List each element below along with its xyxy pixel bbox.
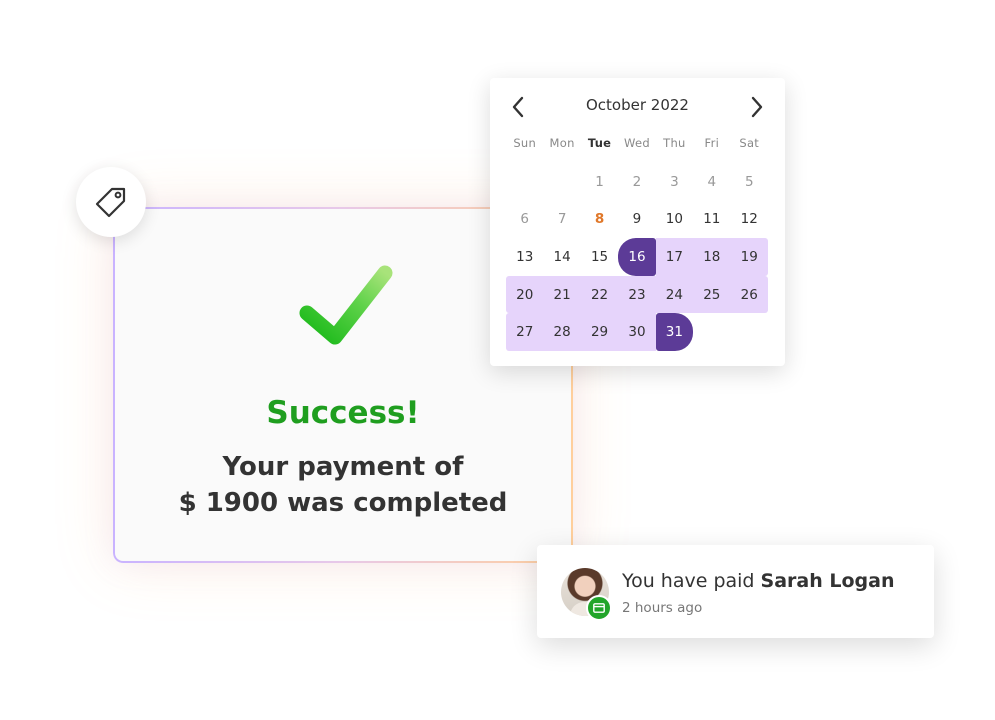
weekday-sun: Sun: [513, 136, 537, 150]
calendar-day-15[interactable]: 15: [581, 238, 618, 276]
weekday-mon: Mon: [549, 136, 575, 150]
calendar-day-24[interactable]: 24: [655, 275, 694, 314]
calendar-day-28[interactable]: 28: [543, 313, 581, 351]
calendar-day-13[interactable]: 13: [506, 238, 543, 276]
payment-message-line2: $ 1900 was completed: [178, 488, 508, 518]
calendar-header: October 2022: [490, 92, 785, 122]
calendar-day-25[interactable]: 25: [693, 275, 731, 314]
calendar-day-20[interactable]: 20: [506, 275, 544, 314]
calendar-day-21[interactable]: 21: [543, 275, 581, 314]
weekday-sat: Sat: [739, 136, 760, 150]
calendar-day-23[interactable]: 23: [618, 275, 656, 314]
calendar-day-8[interactable]: 8: [581, 201, 618, 239]
calendar-day-27[interactable]: 27: [506, 313, 544, 351]
calendar-day-31[interactable]: 31: [655, 313, 694, 351]
weekday-wed: Wed: [623, 136, 650, 150]
payment-notification[interactable]: You have paid Sarah Logan 2 hours ago: [537, 545, 934, 638]
calendar-day-empty: [543, 163, 580, 201]
tag-icon: [95, 187, 126, 218]
calendar-weekdays: Sun Mon Tue Wed Thu Fri Sat: [506, 136, 768, 150]
calendar-day-17[interactable]: 17: [655, 238, 694, 276]
weekday-fri: Fri: [704, 136, 720, 150]
calendar-day-16[interactable]: 16: [618, 238, 656, 276]
weekday-tue: Tue: [587, 136, 612, 150]
calendar-day-18[interactable]: 18: [693, 238, 731, 276]
calendar-day-5[interactable]: 5: [731, 163, 768, 201]
calendar-week-row: 13 14 15 16 17 18 19: [506, 238, 768, 276]
payee-name: Sarah Logan: [760, 570, 895, 592]
calendar-day-30[interactable]: 30: [618, 313, 656, 351]
calendar-day-11[interactable]: 11: [693, 201, 730, 239]
date-range-calendar: October 2022 Sun Mon Tue Wed Thu Fri Sat 12345…: [490, 78, 785, 366]
calendar-week-row: 20 21 22 23 24 25 26: [506, 275, 768, 314]
chevron-right-icon[interactable]: [743, 94, 769, 120]
calendar-day-14[interactable]: 14: [543, 238, 580, 276]
credit-card-icon: [586, 595, 612, 621]
calendar-day-19[interactable]: 19: [730, 238, 768, 276]
checkmark-icon: [299, 265, 393, 345]
calendar-day-4[interactable]: 4: [693, 163, 730, 201]
payment-message-line1: Your payment of: [222, 452, 464, 482]
calendar-day-26[interactable]: 26: [730, 275, 768, 314]
calendar-day-6[interactable]: 6: [506, 201, 543, 239]
notification-message: You have paid Sarah Logan: [622, 570, 894, 592]
calendar-day-empty: [693, 313, 730, 351]
calendar-month-label: October 2022: [586, 96, 689, 114]
calendar-week-row: 12345: [506, 163, 768, 201]
calendar-day-7[interactable]: 7: [543, 201, 580, 239]
tag-bubble: [76, 167, 146, 237]
calendar-day-12[interactable]: 12: [731, 201, 768, 239]
payment-message: Your payment of $ 1900 was completed: [115, 449, 571, 521]
calendar-day-29[interactable]: 29: [580, 313, 619, 351]
calendar-day-empty: [731, 313, 768, 351]
calendar-day-22[interactable]: 22: [580, 275, 619, 314]
weekday-thu: Thu: [663, 136, 686, 150]
notification-prefix: You have paid: [622, 570, 761, 592]
calendar-day-9[interactable]: 9: [618, 201, 655, 239]
calendar-day-empty: [506, 163, 543, 201]
calendar-week-row: 6 7 8 9 10 11 12: [506, 201, 768, 239]
calendar-day-10[interactable]: 10: [656, 201, 693, 239]
success-title: Success!: [266, 395, 420, 431]
calendar-day-1[interactable]: 1: [581, 163, 618, 201]
calendar-day-3[interactable]: 3: [656, 163, 693, 201]
calendar-day-2[interactable]: 2: [618, 163, 655, 201]
calendar-days: 1 2 3 4 5 6 7 8 9 10 11 12 13 14 15 16 17 18 19 20 21 22 23 24 2…: [506, 163, 768, 351]
calendar-week-row: 27 28 29 30 31: [506, 313, 768, 351]
notification-time: 2 hours ago: [622, 600, 703, 616]
